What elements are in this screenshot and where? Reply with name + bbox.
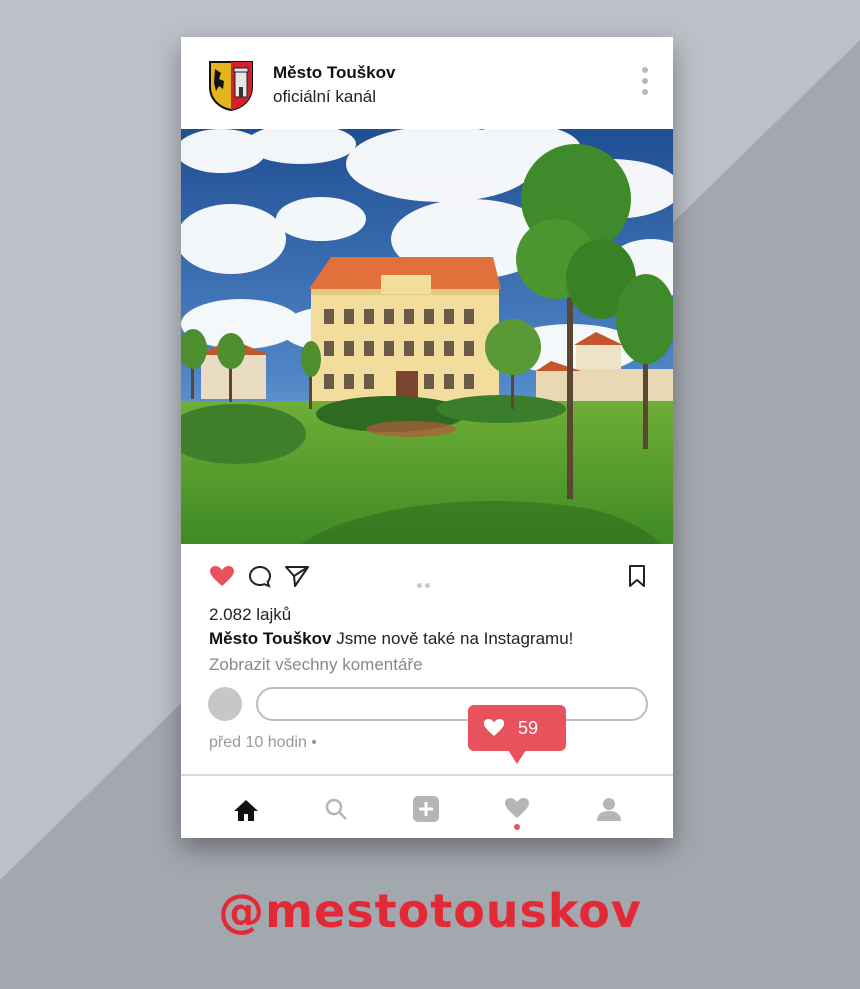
post-header: Město Touškov oficiální kanál xyxy=(181,37,673,129)
heart-filled-icon[interactable] xyxy=(209,565,235,587)
caption-author[interactable]: Město Touškov xyxy=(209,629,331,648)
add-post-icon[interactable] xyxy=(412,795,440,823)
comment-bubble-icon[interactable] xyxy=(248,565,272,589)
coat-of-arms-avatar-icon[interactable] xyxy=(207,59,255,111)
account-name[interactable]: Město Touškov xyxy=(273,63,395,83)
bottom-navigation xyxy=(181,776,673,838)
account-subtitle: oficiální kanál xyxy=(273,87,377,106)
home-icon[interactable] xyxy=(233,798,259,822)
paper-plane-icon[interactable] xyxy=(284,564,310,588)
heart-icon xyxy=(483,719,505,736)
profile-icon[interactable] xyxy=(596,796,622,822)
comment-input[interactable] xyxy=(256,687,648,721)
instagram-post-card: Město Touškov oficiální kanál 2.082 lajk… xyxy=(181,37,673,838)
post-caption: Město Touškov Jsme nově také na Instagra… xyxy=(209,629,573,649)
caption-text: Jsme nově také na Instagramu! xyxy=(331,629,574,648)
notification-pointer xyxy=(508,750,526,764)
likes-count[interactable]: 2.082 lajků xyxy=(209,605,291,625)
carousel-dots xyxy=(417,575,433,593)
instagram-handle: @mestotouskov xyxy=(218,884,642,938)
post-actions-bar xyxy=(181,544,673,604)
like-notification-bubble[interactable]: 59 xyxy=(468,705,566,764)
bookmark-icon[interactable] xyxy=(628,564,646,588)
post-photo[interactable] xyxy=(181,129,673,544)
more-options-icon[interactable] xyxy=(639,67,651,103)
commenter-avatar xyxy=(208,687,242,721)
activity-heart-icon[interactable] xyxy=(504,797,530,819)
post-timestamp: před 10 hodin • xyxy=(209,734,317,751)
search-icon[interactable] xyxy=(324,797,348,821)
activity-indicator-dot xyxy=(514,824,520,830)
notification-count: 59 xyxy=(518,718,539,738)
view-all-comments-link[interactable]: Zobrazit všechny komentáře xyxy=(209,655,423,675)
